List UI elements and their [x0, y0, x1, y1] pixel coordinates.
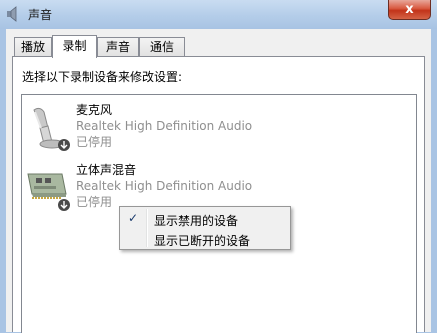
microphone-icon	[33, 107, 70, 151]
tab-communications[interactable]: 通信	[139, 37, 185, 56]
device-name: 立体声混音	[76, 163, 137, 177]
device-item-microphone[interactable]: 麦克风 Realtek High Definition Audio 已停用	[22, 102, 416, 158]
device-driver: Realtek High Definition Audio	[76, 119, 253, 133]
close-icon: x	[405, 2, 414, 17]
window-title: 声音	[28, 8, 53, 22]
dialog-body: 播放 录制 声音 通信 选择以下录制设备来修改设置: 麦克风 Realtek H…	[6, 29, 431, 333]
device-driver: Realtek High Definition Audio	[76, 179, 253, 193]
menu-item-show-disconnected-devices[interactable]: 显示已断开的设备	[122, 229, 288, 249]
menu-item-label: 显示禁用的设备	[154, 214, 239, 228]
checkmark-icon: ✓	[128, 211, 139, 225]
device-name: 麦克风	[76, 103, 113, 117]
instruction-text: 选择以下录制设备来修改设置:	[22, 70, 183, 84]
menu-item-show-disabled-devices[interactable]: ✓ 显示禁用的设备	[122, 209, 288, 229]
device-status: 已停用	[76, 135, 113, 149]
menu-item-label: 显示已断开的设备	[154, 234, 251, 248]
tab-panel-recording: 选择以下录制设备来修改设置: 麦克风 Realtek High Definiti…	[12, 56, 425, 333]
tab-playback[interactable]: 播放	[14, 37, 52, 56]
sound-card-icon	[27, 173, 70, 211]
speaker-icon	[7, 6, 17, 22]
close-button[interactable]: x	[388, 0, 431, 20]
tab-recording[interactable]: 录制	[52, 35, 97, 58]
title-bar: 声音 x	[0, 0, 437, 29]
context-menu: ✓ 显示禁用的设备 显示已断开的设备	[119, 206, 291, 250]
tab-sounds[interactable]: 声音	[97, 37, 139, 56]
